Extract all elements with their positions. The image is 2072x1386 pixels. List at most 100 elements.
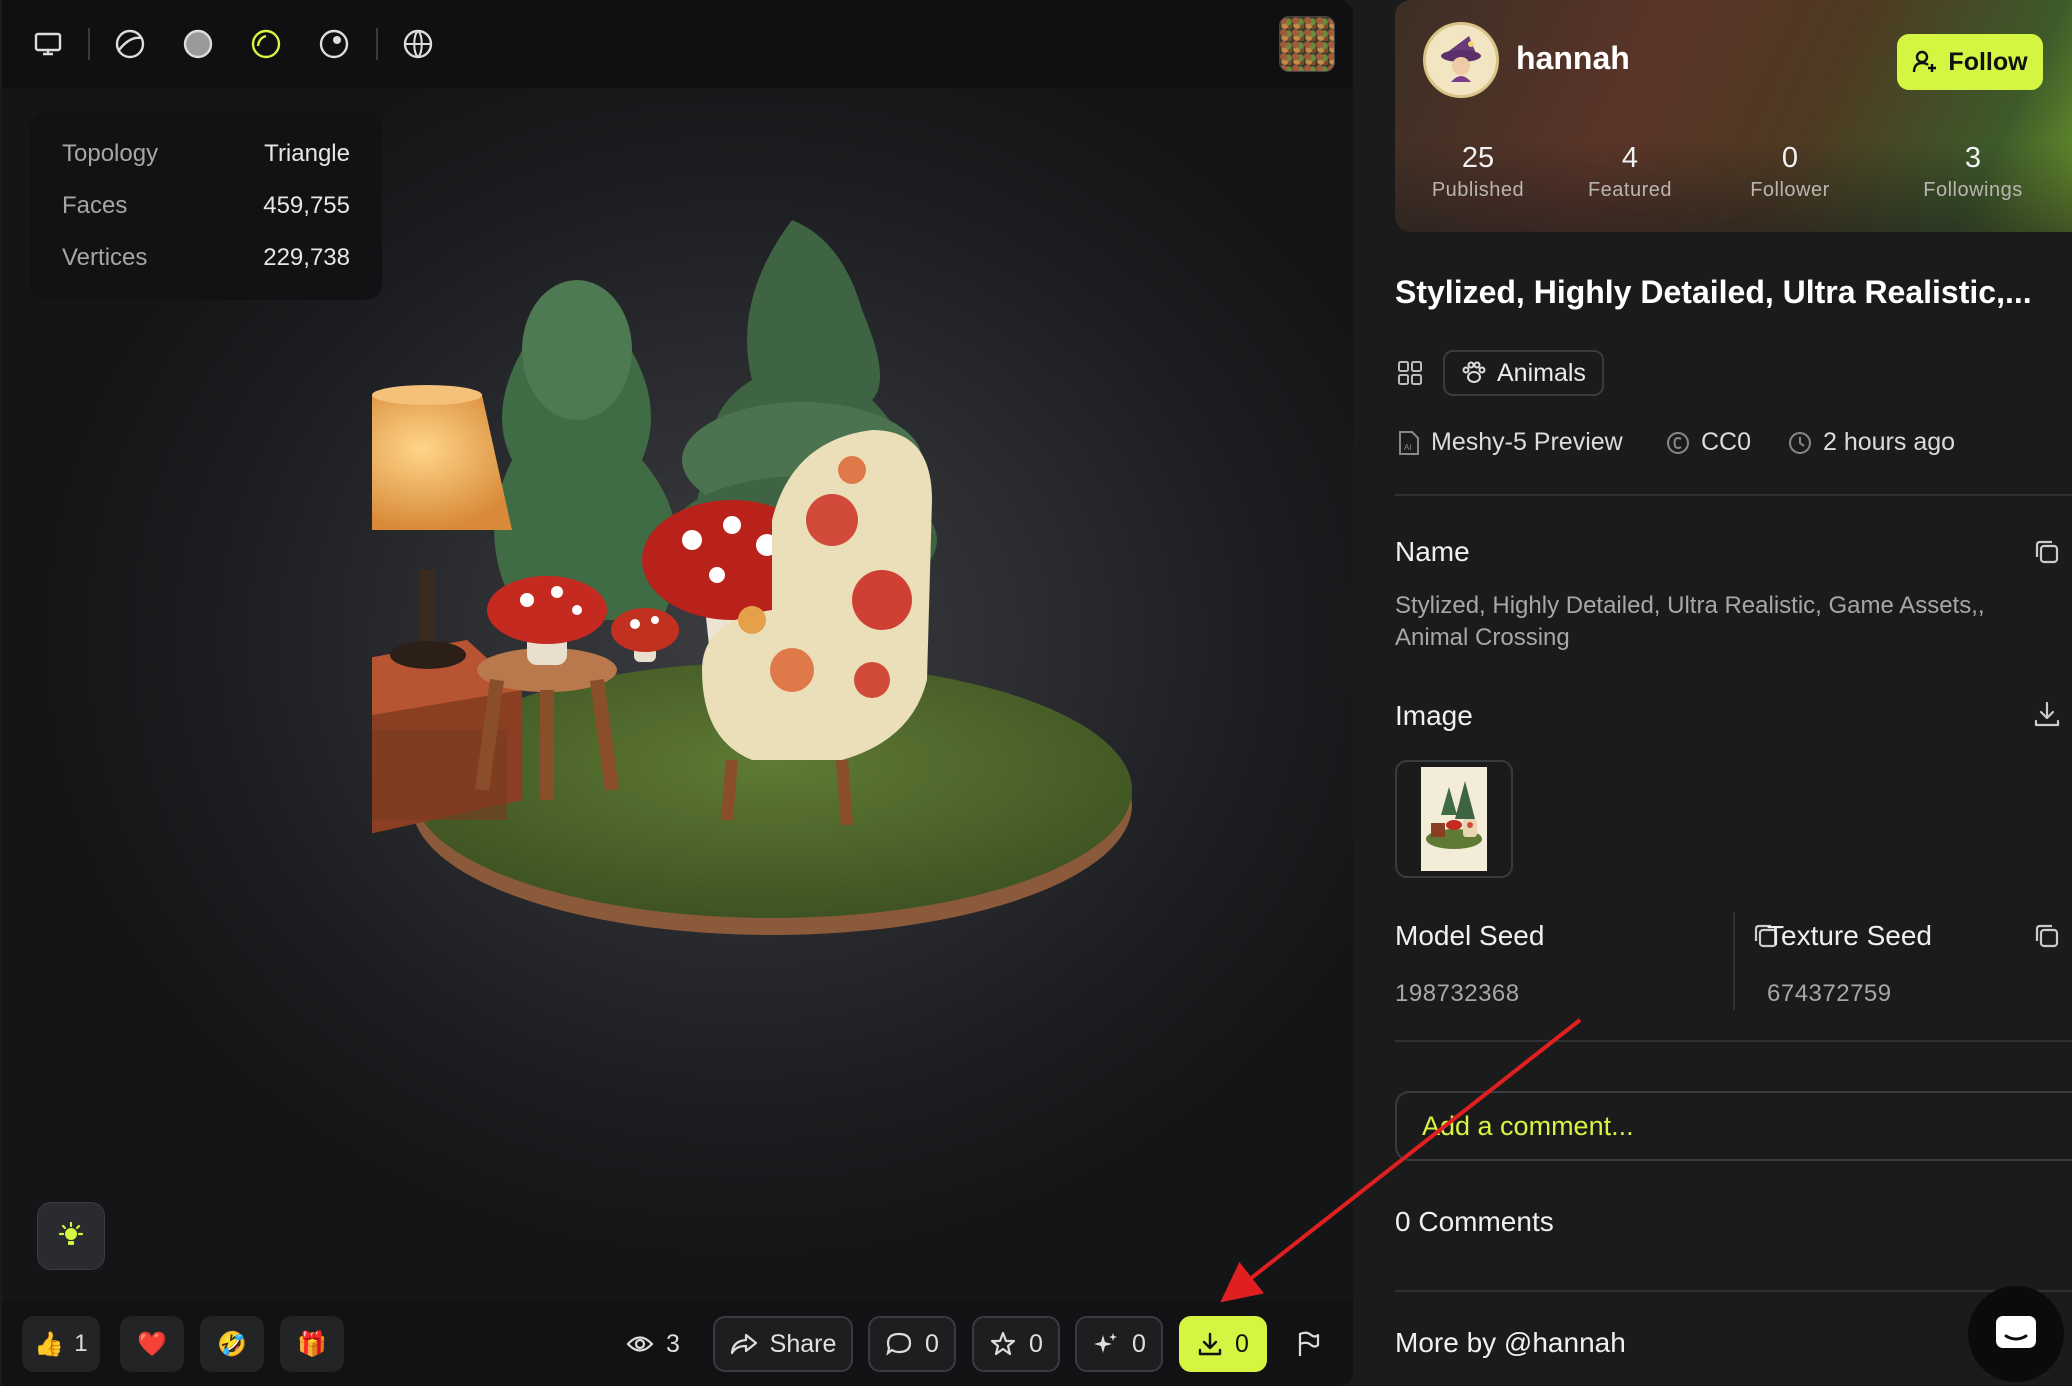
category-label: Animals bbox=[1497, 358, 1586, 387]
stat-number: 3 bbox=[1964, 142, 1982, 174]
stat-vertices: Vertices 229,738 bbox=[62, 238, 350, 278]
stat-label: Faces bbox=[62, 192, 128, 219]
category-tag[interactable]: Animals bbox=[1443, 350, 1604, 396]
reaction-heart[interactable]: ❤️ bbox=[120, 1316, 184, 1372]
time-meta: 2 hours ago bbox=[1787, 428, 1955, 457]
follow-button[interactable]: Follow bbox=[1897, 34, 2043, 90]
stat-label: Followings bbox=[1923, 179, 2023, 201]
comments-count-label: 0 Comments bbox=[1395, 1206, 1554, 1237]
3d-model-render[interactable] bbox=[372, 200, 1172, 960]
stat-label: Follower bbox=[1750, 179, 1830, 201]
divider bbox=[1395, 494, 2072, 496]
share-icon bbox=[730, 1333, 757, 1355]
stat-featured[interactable]: 4 Featured bbox=[1569, 142, 1691, 202]
environment-thumbnail[interactable] bbox=[1279, 16, 1335, 72]
name-label: Name bbox=[1395, 536, 1470, 567]
lighting-toggle-button[interactable] bbox=[37, 1202, 105, 1270]
stat-number: 25 bbox=[1461, 142, 1495, 174]
comments-count: 0 bbox=[925, 1329, 939, 1358]
wizard-mushroom-avatar-icon bbox=[1441, 36, 1481, 82]
download-count: 0 bbox=[1235, 1329, 1249, 1358]
stat-followings[interactable]: 3 Followings bbox=[1901, 142, 2045, 202]
reaction-gift[interactable]: 🎁 bbox=[280, 1316, 344, 1372]
license-label: CC0 bbox=[1701, 428, 1752, 456]
model-title: Stylized, Highly Detailed, Ultra Realist… bbox=[1395, 274, 2032, 310]
copy-icon[interactable] bbox=[2033, 538, 2061, 571]
heart-icon: ❤️ bbox=[137, 1330, 167, 1358]
stat-number: 0 bbox=[1781, 142, 1799, 174]
profile-card: hannah Follow 25 Published 4 Featured 0 … bbox=[1395, 0, 2072, 232]
outline-sphere-icon[interactable] bbox=[246, 24, 286, 64]
star-button[interactable]: 0 bbox=[972, 1316, 1060, 1372]
reaction-thumbs-up[interactable]: 👍 1 bbox=[22, 1316, 100, 1372]
wireframe-sphere-icon[interactable] bbox=[110, 24, 150, 64]
laughing-face-icon: 🤣 bbox=[217, 1330, 247, 1358]
lightbulb-icon bbox=[58, 1221, 84, 1245]
model-viewer[interactable]: Topology Triangle Faces 459,755 Vertices… bbox=[2, 0, 1353, 1386]
chat-icon bbox=[1996, 1316, 2036, 1348]
eye-icon bbox=[626, 1336, 654, 1352]
download-button[interactable]: 0 bbox=[1179, 1316, 1267, 1372]
mesh-stats-panel: Topology Triangle Faces 459,755 Vertices… bbox=[30, 112, 382, 300]
generator-label: Meshy-5 Preview bbox=[1431, 428, 1623, 456]
stat-label: Vertices bbox=[62, 244, 148, 271]
stat-value: 459,755 bbox=[263, 192, 350, 219]
stat-published[interactable]: 25 Published bbox=[1417, 142, 1539, 202]
stat-number: 4 bbox=[1621, 142, 1639, 174]
stat-label: Topology bbox=[62, 140, 159, 167]
view-count: 3 bbox=[626, 1316, 680, 1372]
more-by-label[interactable]: More by @hannah bbox=[1395, 1327, 1626, 1359]
details-panel: hannah Follow 25 Published 4 Featured 0 … bbox=[1370, 0, 2072, 1386]
category-grid-icon bbox=[1397, 360, 1423, 391]
stat-value: Triangle bbox=[264, 140, 350, 167]
model-seed-value: 198732368 bbox=[1395, 980, 1520, 1007]
chat-support-button[interactable] bbox=[1968, 1286, 2064, 1382]
stat-topology: Topology Triangle bbox=[62, 134, 350, 174]
ai-file-icon: AI bbox=[1399, 430, 1419, 455]
divider bbox=[1395, 1290, 2072, 1292]
monitor-icon[interactable] bbox=[28, 24, 68, 64]
view-count-value: 3 bbox=[666, 1329, 680, 1358]
flag-icon bbox=[1298, 1331, 1320, 1356]
stat-faces: Faces 459,755 bbox=[62, 186, 350, 226]
solid-sphere-icon[interactable] bbox=[178, 24, 218, 64]
remix-button[interactable]: 0 bbox=[1075, 1316, 1163, 1372]
generator-meta: AI Meshy-5 Preview bbox=[1397, 428, 1623, 457]
image-label: Image bbox=[1395, 700, 1473, 731]
stat-label: Published bbox=[1431, 179, 1525, 201]
texture-seed-value: 674372759 bbox=[1767, 980, 1892, 1007]
stat-follower[interactable]: 0 Follower bbox=[1729, 142, 1851, 202]
divider bbox=[1395, 1040, 2072, 1042]
comment-input[interactable]: Add a comment... bbox=[1395, 1091, 2072, 1161]
stat-label: Featured bbox=[1587, 179, 1673, 201]
texture-seed-label: Texture Seed bbox=[1767, 920, 1932, 951]
time-label: 2 hours ago bbox=[1823, 428, 1956, 456]
source-image-picture bbox=[1421, 767, 1487, 871]
copyright-icon bbox=[1667, 431, 1689, 454]
action-bar: 👍 1 ❤️ 🤣 🎁 3 Share 0 0 0 0 bbox=[2, 1300, 1353, 1386]
svg-text:AI: AI bbox=[1404, 443, 1412, 452]
star-icon bbox=[990, 1331, 1016, 1356]
username[interactable]: hannah bbox=[1516, 40, 1630, 77]
name-value: Stylized, Highly Detailed, Ultra Realist… bbox=[1395, 592, 1985, 651]
report-button[interactable] bbox=[1295, 1316, 1321, 1372]
globe-icon[interactable] bbox=[398, 24, 438, 64]
source-image-thumbnail[interactable] bbox=[1395, 760, 1513, 878]
copy-texture-seed-icon[interactable] bbox=[2033, 922, 2061, 955]
gift-icon: 🎁 bbox=[297, 1330, 327, 1358]
matcap-sphere-icon[interactable] bbox=[314, 24, 354, 64]
sparkles-icon bbox=[1094, 1333, 1118, 1353]
comments-button[interactable]: 0 bbox=[868, 1316, 956, 1372]
remix-count: 0 bbox=[1132, 1329, 1146, 1358]
thumbs-up-icon: 👍 bbox=[34, 1330, 65, 1358]
follow-label: Follow bbox=[1948, 47, 2028, 76]
reaction-laugh[interactable]: 🤣 bbox=[200, 1316, 264, 1372]
share-button[interactable]: Share bbox=[713, 1316, 853, 1372]
seed-divider bbox=[1733, 912, 1735, 1010]
share-label: Share bbox=[769, 1329, 837, 1358]
download-image-icon[interactable] bbox=[2033, 700, 2061, 733]
add-user-icon bbox=[1913, 50, 1937, 73]
clock-icon bbox=[1789, 431, 1811, 454]
avatar[interactable] bbox=[1423, 22, 1499, 98]
reaction-count: 1 bbox=[74, 1330, 88, 1357]
